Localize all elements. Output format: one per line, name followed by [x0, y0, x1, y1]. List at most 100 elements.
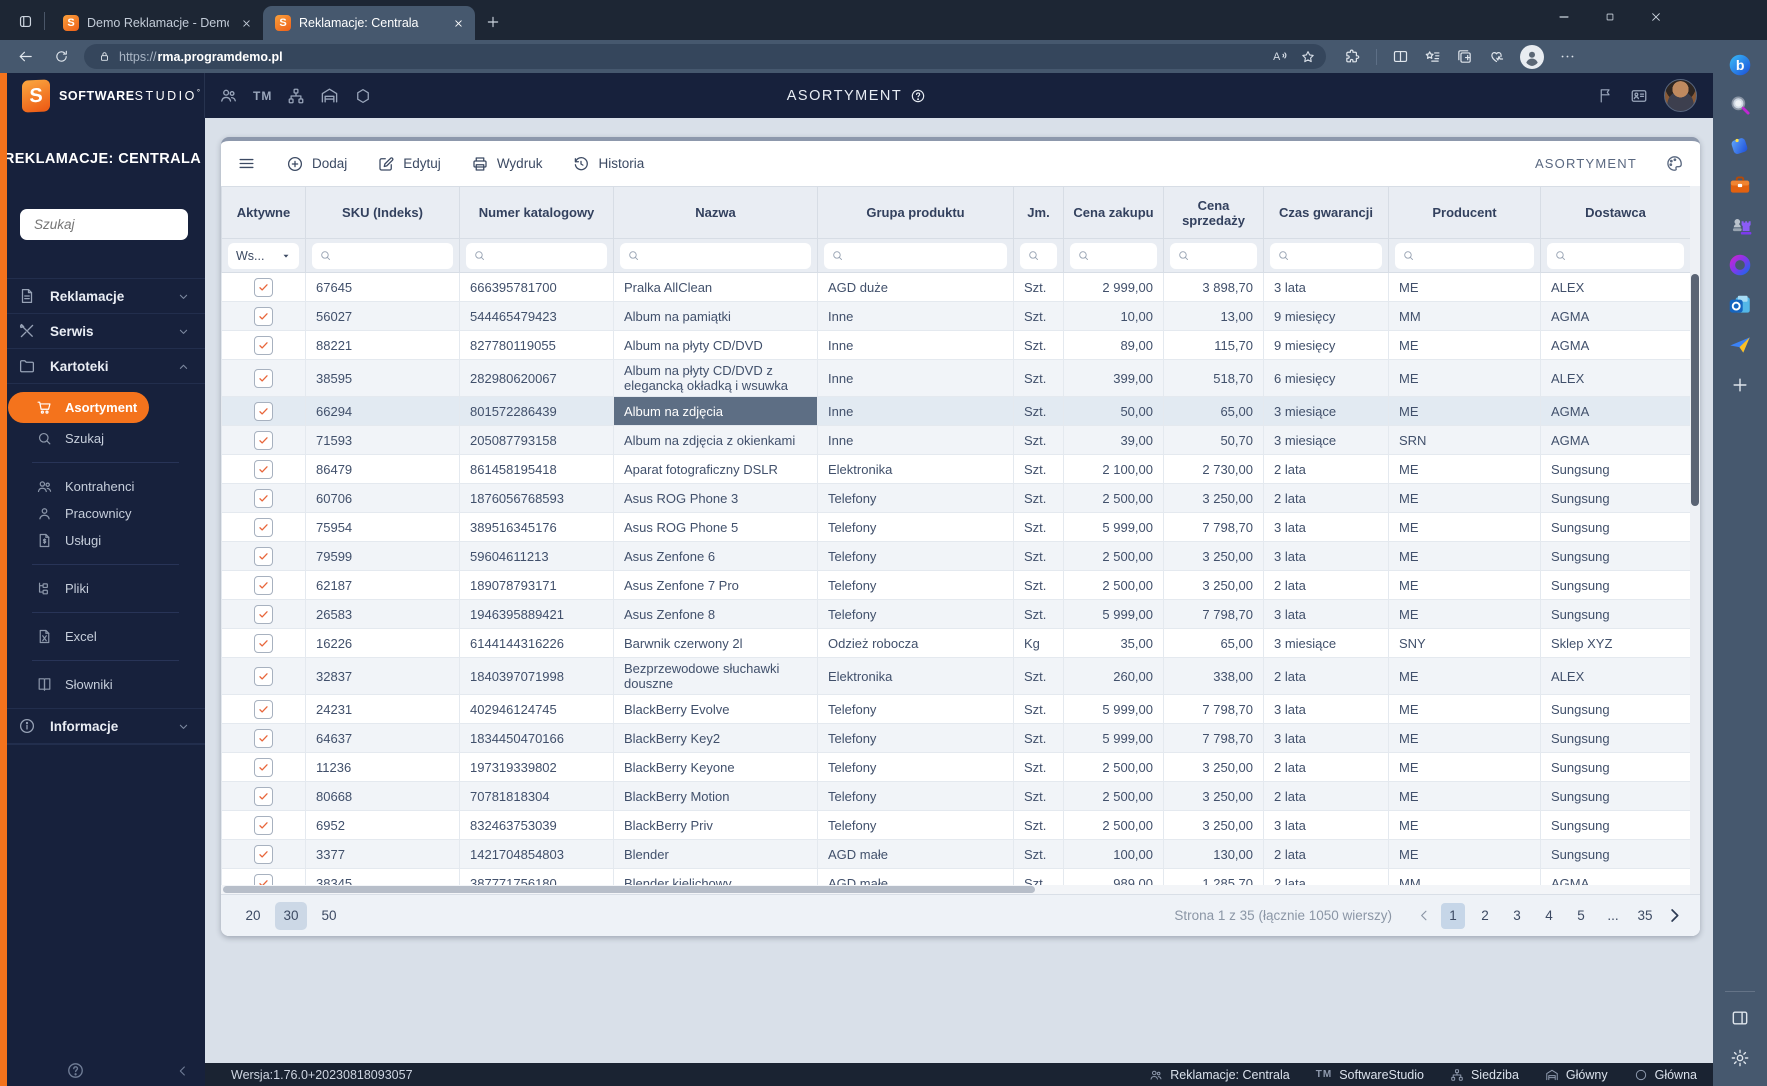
cell-sku[interactable]: 38595	[305, 359, 460, 397]
browser-tab[interactable]: S Demo Reklamacje - Demo on lin	[51, 6, 263, 40]
cell-producer[interactable]: ME	[1388, 657, 1541, 695]
cell-sale[interactable]: 65,00	[1163, 628, 1264, 658]
column-header-purchase[interactable]: Cena zakupu	[1063, 186, 1164, 239]
cell-sku[interactable]: 60706	[305, 483, 460, 513]
table-row[interactable]: 62187 189078793171 Asus Zenfone 7 Pro Telef…	[221, 570, 1691, 600]
cell-supplier[interactable]: Sungsung	[1540, 723, 1691, 753]
cell-name[interactable]: Bezprzewodowe słuchawki douszne	[613, 657, 818, 695]
cell-producer[interactable]: ME	[1388, 570, 1541, 600]
sidebar-item-excel[interactable]: Excel	[0, 623, 205, 650]
cell-catalog[interactable]: 282980620067	[459, 359, 614, 397]
cell-catalog[interactable]: 189078793171	[459, 570, 614, 600]
cell-purchase[interactable]: 89,00	[1063, 330, 1164, 360]
cell-purchase[interactable]: 2 500,00	[1063, 752, 1164, 782]
cell-supplier[interactable]: Sungsung	[1540, 570, 1691, 600]
cell-producer[interactable]: MM	[1388, 301, 1541, 331]
table-row[interactable]: 38595 282980620067 Album na płyty CD/DVD z…	[221, 359, 1691, 397]
cell-group[interactable]: Inne	[817, 425, 1014, 455]
table-row[interactable]: 71593 205087793158 Album na zdjęcia z okie…	[221, 425, 1691, 455]
page-size-20[interactable]: 20	[237, 902, 269, 930]
active-filter-dropdown[interactable]: Ws...	[228, 242, 299, 269]
collapse-sidebar-icon[interactable]	[175, 1063, 191, 1079]
filter-sale-input[interactable]	[1195, 247, 1250, 264]
cell-name[interactable]: BlackBerry Motion	[613, 781, 818, 811]
column-header-producer[interactable]: Producent	[1388, 186, 1541, 239]
header-hexagon-button[interactable]	[354, 87, 372, 105]
cell-name[interactable]: Album na pamiątki	[613, 301, 818, 331]
cell-supplier[interactable]: ALEX	[1540, 272, 1691, 302]
column-header-unit[interactable]: Jm.	[1013, 186, 1064, 239]
cell-group[interactable]: Telefony	[817, 810, 1014, 840]
cell-sku[interactable]: 56027	[305, 301, 460, 331]
rail-settings-button[interactable]	[1720, 1038, 1760, 1078]
sidebar-item-pliki[interactable]: Pliki	[0, 575, 205, 602]
cell-supplier[interactable]: ALEX	[1540, 657, 1691, 695]
cell-sku[interactable]: 11236	[305, 752, 460, 782]
row-checkbox-checked[interactable]	[254, 277, 273, 297]
cell-warranty[interactable]: 2 lata	[1263, 839, 1389, 869]
cell-catalog[interactable]: 197319339802	[459, 752, 614, 782]
cell-sale[interactable]: 3 250,00	[1163, 752, 1264, 782]
cell-supplier[interactable]: Sungsung	[1540, 752, 1691, 782]
cell-name[interactable]: Album na zdjęcia	[613, 396, 818, 426]
cell-unit[interactable]: Szt.	[1013, 359, 1064, 397]
cell-sale[interactable]: 7 798,70	[1163, 723, 1264, 753]
cell-catalog[interactable]: 1834450470166	[459, 723, 614, 753]
header-tm-button[interactable]: TM	[253, 87, 272, 105]
chevron-left-icon[interactable]	[175, 1063, 191, 1079]
cell-name[interactable]: BlackBerry Priv	[613, 810, 818, 840]
cell-name[interactable]: Album na zdjęcia z okienkami	[613, 425, 818, 455]
filter-sku-input[interactable]	[337, 247, 446, 264]
tab-close-icon[interactable]	[237, 14, 255, 32]
cell-name[interactable]: BlackBerry Evolve	[613, 694, 818, 724]
palette-icon[interactable]	[1665, 154, 1684, 173]
user-avatar[interactable]	[1664, 79, 1697, 112]
cell-group[interactable]: Telefony	[817, 752, 1014, 782]
rail-shopping-button[interactable]	[1720, 125, 1760, 165]
cell-supplier[interactable]: AGMA	[1540, 301, 1691, 331]
cell-purchase[interactable]: 2 500,00	[1063, 810, 1164, 840]
sidebar-item-reklamacje[interactable]: Reklamacje	[0, 278, 205, 313]
cell-warranty[interactable]: 2 lata	[1263, 752, 1389, 782]
row-checkbox-checked[interactable]	[254, 757, 273, 777]
cell-unit[interactable]: Szt.	[1013, 301, 1064, 331]
cell-sale[interactable]: 2 730,00	[1163, 454, 1264, 484]
vertical-scrollbar-thumb[interactable]	[1691, 274, 1699, 506]
sidebar-item-asortyment[interactable]: Asortyment	[8, 392, 149, 423]
edytuj-button[interactable]: Edytuj	[377, 155, 441, 173]
cell-producer[interactable]: ME	[1388, 781, 1541, 811]
cell-sale[interactable]: 115,70	[1163, 330, 1264, 360]
cell-sale[interactable]: 13,00	[1163, 301, 1264, 331]
cell-warranty[interactable]: 3 lata	[1263, 694, 1389, 724]
hamburger-icon[interactable]	[237, 154, 256, 173]
cell-unit[interactable]: Szt.	[1013, 454, 1064, 484]
cell-warranty[interactable]: 3 lata	[1263, 272, 1389, 302]
cell-supplier[interactable]: Sungsung	[1540, 483, 1691, 513]
row-checkbox-checked[interactable]	[254, 633, 273, 653]
cell-warranty[interactable]: 3 lata	[1263, 810, 1389, 840]
collections-button[interactable]	[1456, 48, 1473, 65]
cell-producer[interactable]: ME	[1388, 723, 1541, 753]
page-5[interactable]: 5	[1569, 903, 1593, 929]
cell-catalog[interactable]: 1840397071998	[459, 657, 614, 695]
cell-group[interactable]: Telefony	[817, 483, 1014, 513]
cell-warranty[interactable]: 3 lata	[1263, 723, 1389, 753]
cell-supplier[interactable]: ALEX	[1540, 359, 1691, 397]
cell-producer[interactable]: ME	[1388, 330, 1541, 360]
cell-producer[interactable]: ME	[1388, 839, 1541, 869]
cell-warranty[interactable]: 6 miesięcy	[1263, 359, 1389, 397]
cell-purchase[interactable]: 5 999,00	[1063, 599, 1164, 629]
cell-sale[interactable]: 3 250,00	[1163, 781, 1264, 811]
cell-warranty[interactable]: 9 miesięcy	[1263, 330, 1389, 360]
cell-unit[interactable]: Kg	[1013, 628, 1064, 658]
cell-supplier[interactable]: Sklep XYZ	[1540, 628, 1691, 658]
cell-group[interactable]: Inne	[817, 301, 1014, 331]
table-row[interactable]: 60706 1876056768593 Asus ROG Phone 3 Telefo…	[221, 483, 1691, 513]
cell-catalog[interactable]: 1876056768593	[459, 483, 614, 513]
table-row[interactable]: 75954 389516345176 Asus ROG Phone 5 Telefon…	[221, 512, 1691, 542]
help-icon[interactable]	[66, 1061, 85, 1080]
cell-catalog[interactable]: 59604611213	[459, 541, 614, 571]
rail-drop-button[interactable]	[1720, 325, 1760, 365]
cell-producer[interactable]: ME	[1388, 599, 1541, 629]
cell-sale[interactable]: 7 798,70	[1163, 694, 1264, 724]
